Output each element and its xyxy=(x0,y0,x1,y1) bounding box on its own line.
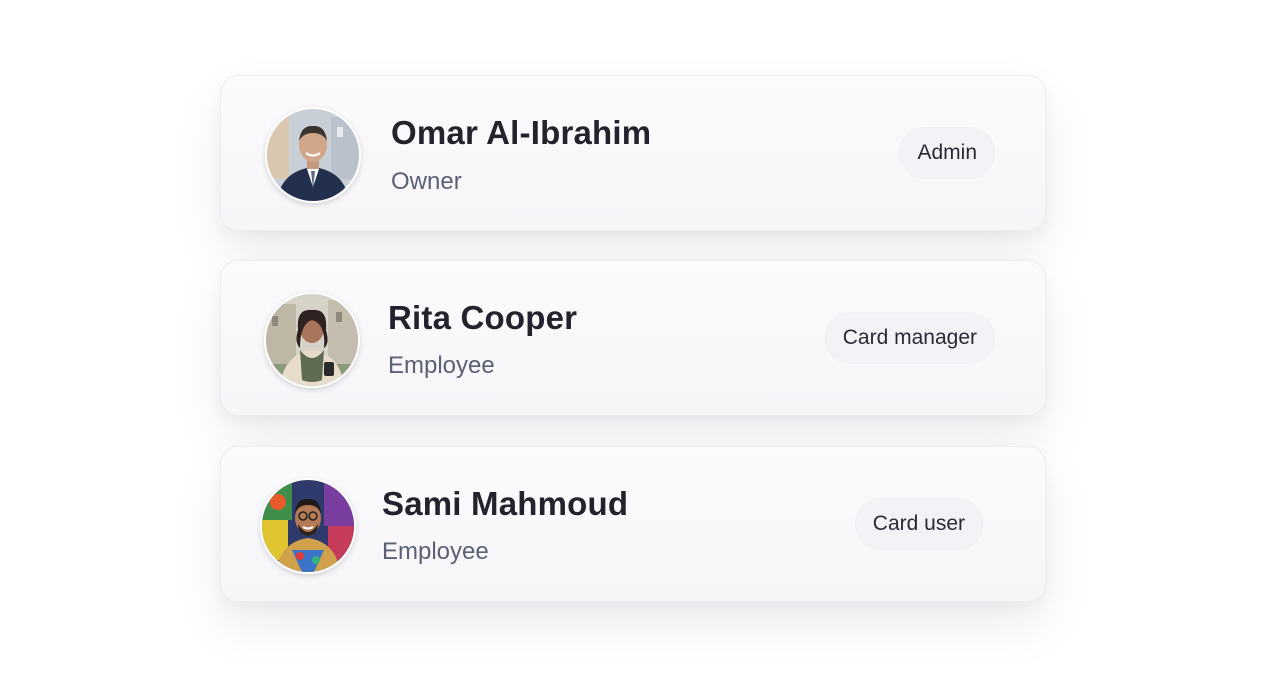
member-name: Omar Al-Ibrahim xyxy=(391,114,652,151)
person-graffiti-avatar-icon xyxy=(262,480,354,572)
person-suit-avatar-icon xyxy=(267,109,359,201)
member-role: Employee xyxy=(382,538,489,565)
member-card[interactable]: Sami Mahmoud Employee Card user xyxy=(220,446,1046,602)
member-role: Employee xyxy=(388,352,495,379)
member-list: Omar Al-Ibrahim Owner Admin Rita Cooper … xyxy=(0,0,1264,682)
member-card[interactable]: Rita Cooper Employee Card manager xyxy=(220,260,1046,416)
avatar xyxy=(264,292,360,388)
member-name: Sami Mahmoud xyxy=(382,485,629,522)
member-name: Rita Cooper xyxy=(388,299,578,336)
member-card[interactable]: Omar Al-Ibrahim Owner Admin xyxy=(220,75,1046,231)
member-role: Owner xyxy=(391,168,462,195)
avatar xyxy=(260,478,356,574)
avatar xyxy=(265,107,361,203)
role-badge[interactable]: Card manager xyxy=(824,312,995,364)
role-badge[interactable]: Card user xyxy=(854,498,983,550)
role-badge[interactable]: Admin xyxy=(899,127,995,179)
person-scarf-avatar-icon xyxy=(266,294,358,386)
